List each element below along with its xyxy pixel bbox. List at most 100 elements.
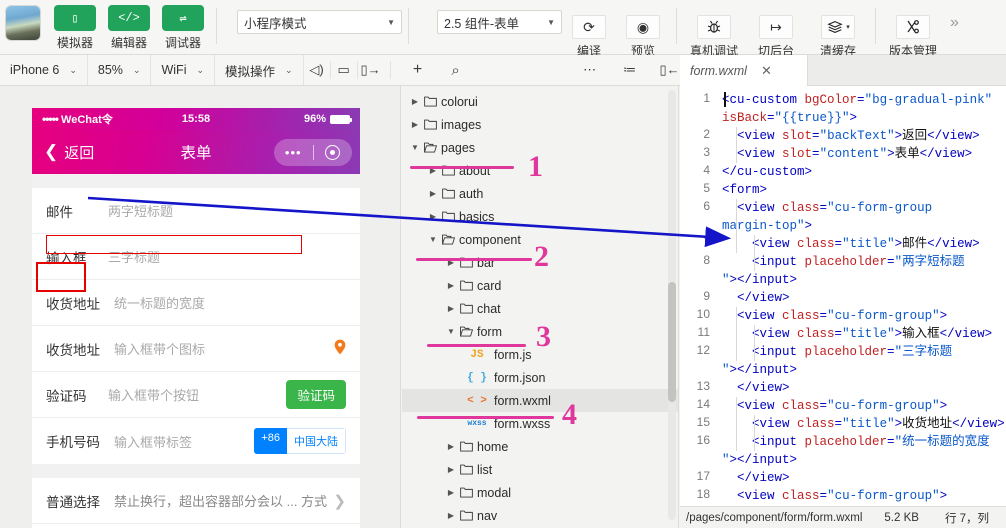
code-line: <view slot="content">表单</view> — [722, 147, 973, 161]
chevron-down-icon[interactable]: ▼ — [408, 143, 422, 152]
collapse-right-icon[interactable]: ▯→ — [358, 55, 384, 85]
menu-dots-icon[interactable]: ••• — [274, 145, 313, 160]
row-input-placeholder[interactable]: 输入框带个图标 — [114, 339, 334, 358]
row-input-placeholder[interactable]: 输入框带个按钮 — [108, 385, 286, 404]
back-button[interactable]: ❮ 返回 — [32, 142, 94, 163]
tree-folder-chat[interactable]: ▶ chat — [402, 297, 678, 320]
code-line: "></input> — [722, 273, 798, 287]
chevron-left-icon: ❮ — [44, 142, 59, 161]
chevron-right-icon[interactable]: ▶ — [426, 189, 440, 198]
tree-folder-basics[interactable]: ▶ basics — [402, 205, 678, 228]
tree-file-form.js[interactable]: JS form.js — [402, 343, 678, 366]
tree-folder-colorui[interactable]: ▶ colorui — [402, 90, 678, 113]
chevron-right-icon[interactable]: ▶ — [408, 120, 422, 129]
chevron-right-icon[interactable]: ▶ — [426, 212, 440, 221]
compile-button[interactable]: ⟳ 编译 — [562, 0, 616, 59]
folder-icon — [458, 257, 475, 268]
clear-cache-button[interactable]: ▾ 清缓存 — [807, 0, 869, 59]
form-row[interactable]: 邮件 两字短标题 — [32, 188, 360, 234]
chevron-right-icon[interactable]: ▶ — [444, 511, 458, 520]
row-input-placeholder[interactable]: 两字短标题 — [108, 201, 346, 220]
tree-folder-bar[interactable]: ▶ bar — [402, 251, 678, 274]
file-type-icon: JS — [470, 348, 484, 361]
line-number: 14 — [696, 397, 710, 411]
chevron-right-icon[interactable]: ▶ — [426, 166, 440, 175]
add-file-icon[interactable]: + — [405, 55, 431, 85]
row-input-placeholder[interactable]: 输入框带标签 — [114, 432, 254, 451]
folder-icon — [458, 280, 475, 291]
code-line: "></input> — [722, 363, 798, 377]
tree-folder-list[interactable]: ▶ list — [402, 458, 678, 481]
tree-folder-card[interactable]: ▶ card — [402, 274, 678, 297]
form-row[interactable]: 输入框 三字标题 — [32, 234, 360, 280]
version-select[interactable]: 2.5 组件-表单 ▼ — [437, 10, 562, 34]
remote-debug-button[interactable]: 真机调试 — [683, 0, 745, 59]
tab-form-wxml[interactable]: form.wxml ✕ — [680, 55, 808, 86]
tree-item-label: home — [477, 439, 509, 454]
chevron-right-icon[interactable]: ▶ — [444, 465, 458, 474]
form-row[interactable]: 普通选择 禁止换行，超出容器部分会以 ... 方式... ❯ — [32, 478, 360, 524]
code-text-area[interactable]: <cu-custom bgColor="bg-gradual-pink" isBa… — [718, 86, 1006, 506]
form-row[interactable]: 手机号码 输入框带标签 +86 中国大陆 — [32, 418, 360, 464]
tree-item-label: basics — [459, 209, 495, 224]
editor-button[interactable]: </> 编辑器 — [102, 0, 156, 51]
simulate-action-select[interactable]: 模拟操作 ⌄ — [215, 55, 304, 85]
tree-folder-home[interactable]: ▶ home — [402, 435, 678, 458]
form-row[interactable]: 多列选择 无脊柱动物，扁性动物，猪肉绦虫 ❯ — [32, 524, 360, 528]
zoom-select[interactable]: 85% ⌄ — [88, 55, 152, 85]
rotate-screen-icon[interactable]: ▭ — [331, 55, 357, 85]
mode-select-value: 小程序模式 — [244, 16, 307, 31]
device-select[interactable]: iPhone 6 ⌄ — [0, 55, 88, 85]
wechat-capsule: ••• — [274, 139, 352, 166]
send-code-button[interactable]: 验证码 — [286, 380, 346, 409]
chevron-right-icon[interactable]: ▶ — [444, 488, 458, 497]
preview-button[interactable]: ◉ 预览 — [616, 0, 670, 59]
tree-folder-form[interactable]: ▼ form — [402, 320, 678, 343]
double-chevron-right-icon[interactable]: » — [950, 14, 959, 32]
form-row[interactable]: 收货地址 统一标题的宽度 — [32, 280, 360, 326]
line-number: 6 — [703, 199, 710, 213]
version-manage-button[interactable]: 版本管理 — [882, 0, 944, 59]
chevron-right-icon[interactable]: ▶ — [408, 97, 422, 106]
volume-icon[interactable]: ◁) — [304, 55, 330, 85]
debugger-button[interactable]: ⇌ 调试器 — [156, 0, 210, 51]
tree-file-form.wxss[interactable]: wxss form.wxss — [402, 412, 678, 435]
tree-folder-modal[interactable]: ▶ modal — [402, 481, 678, 504]
tab-label: form.wxml — [690, 63, 747, 78]
tree-folder-nav[interactable]: ▶ nav — [402, 504, 678, 527]
chevron-down-icon[interactable]: ▼ — [426, 235, 440, 244]
form-row[interactable]: 验证码 输入框带个按钮 验证码 — [32, 372, 360, 418]
row-input-placeholder[interactable]: 统一标题的宽度 — [114, 293, 346, 312]
code-line: <input placeholder="统一标题的宽度 — [722, 435, 990, 449]
tree-folder-images[interactable]: ▶ images — [402, 113, 678, 136]
background-button[interactable]: ↦ 切后台 — [745, 0, 807, 59]
chevron-right-icon[interactable]: ▶ — [444, 442, 458, 451]
region-tag[interactable]: +86 中国大陆 — [254, 428, 346, 454]
target-icon[interactable] — [314, 145, 353, 160]
search-icon[interactable]: ⌕ — [443, 55, 469, 85]
close-icon[interactable]: ✕ — [761, 63, 772, 79]
code-line: <view class="cu-form-group"> — [722, 489, 948, 503]
tree-file-form.wxml[interactable]: < > form.wxml — [402, 389, 678, 412]
form-row[interactable]: 收货地址 输入框带个图标 — [32, 326, 360, 372]
tree-file-form.json[interactable]: { } form.json — [402, 366, 678, 389]
outline-icon[interactable]: ≔ — [617, 55, 643, 85]
more-options-icon[interactable]: ⋯ — [577, 55, 603, 85]
code-editor[interactable]: 1 2 3 4 5 6 7 8 9 10 11 12 13 14 15 16 17 18 <cu-custom b… — [680, 86, 1006, 506]
tree-folder-auth[interactable]: ▶ auth — [402, 182, 678, 205]
chevron-right-icon[interactable]: ▶ — [444, 281, 458, 290]
chevron-right-icon[interactable]: ▶ — [444, 304, 458, 313]
chevron-down-icon[interactable]: ▼ — [444, 327, 458, 336]
tree-folder-about[interactable]: ▶ about — [402, 159, 678, 182]
network-select[interactable]: WiFi ⌄ — [151, 55, 216, 85]
simulator-button[interactable]: ▯ 模拟器 — [48, 0, 102, 51]
mode-select[interactable]: 小程序模式 ▼ — [237, 10, 402, 34]
code-line: <cu-custom bgColor="bg-gradual-pink" — [722, 93, 993, 107]
tree-folder-component[interactable]: ▼ component — [402, 228, 678, 251]
chevron-right-icon[interactable]: ▶ — [444, 258, 458, 267]
collapse-left-icon[interactable]: ▯← — [657, 55, 683, 85]
row-input-placeholder[interactable]: 三字标题 — [108, 247, 346, 266]
simulate-action-value: 模拟操作 — [225, 64, 276, 79]
tree-folder-pages[interactable]: ▼ pages — [402, 136, 678, 159]
tree-scrollbar-thumb[interactable] — [668, 282, 676, 402]
